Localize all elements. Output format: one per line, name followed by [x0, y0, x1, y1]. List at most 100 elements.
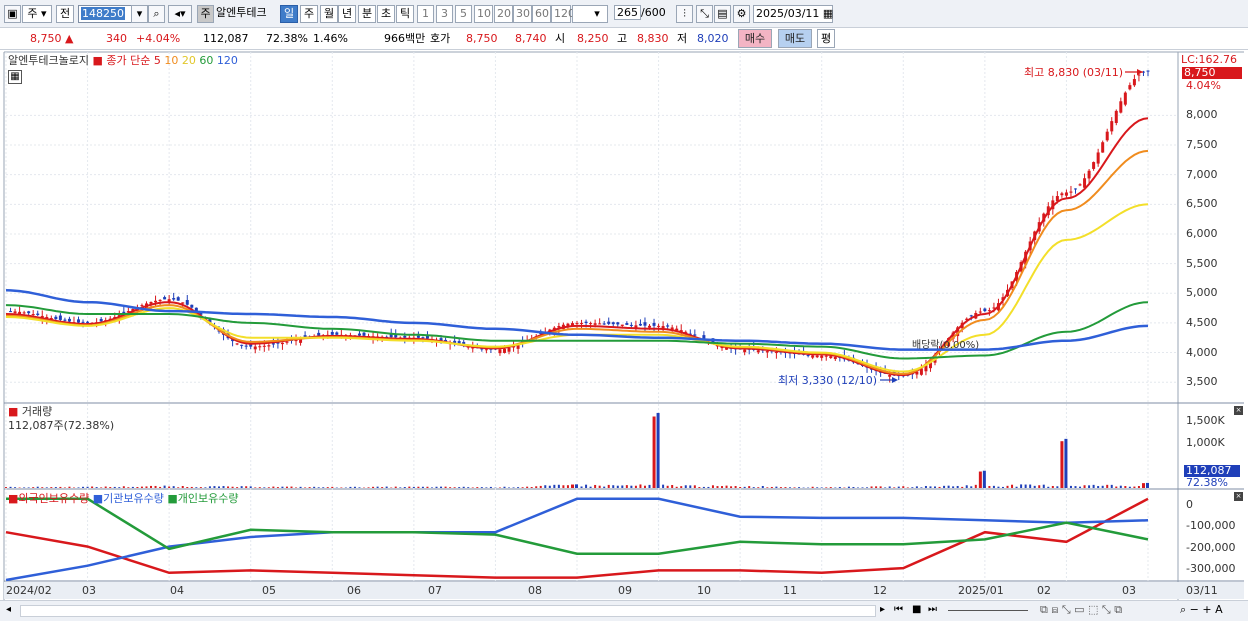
x-axis-label: 09 — [618, 584, 632, 597]
volume-spike-bar — [1060, 441, 1064, 488]
volume-close-icon[interactable]: × — [1234, 406, 1243, 415]
foreign-dot: ■ — [8, 492, 19, 505]
volume-bar — [453, 487, 456, 488]
candle-body — [756, 350, 760, 353]
volume-bar — [974, 484, 977, 488]
rewind-icon[interactable]: ⏮ — [894, 604, 903, 615]
candle-body — [1092, 162, 1096, 169]
volume-bar — [711, 485, 714, 488]
table-toggle-icon[interactable]: ▦ — [8, 70, 22, 84]
candle-body — [1114, 110, 1118, 124]
volume-bar — [168, 486, 171, 488]
holdings-close-icon[interactable]: × — [1234, 492, 1243, 501]
candle-body — [1146, 70, 1150, 72]
volume-bar — [299, 486, 302, 488]
candle-body — [888, 374, 892, 377]
chart-canvas[interactable] — [0, 0, 1248, 621]
volume-bar — [59, 486, 62, 488]
volume-bar — [1029, 484, 1032, 488]
volume-bar — [585, 484, 588, 488]
candle-body — [648, 325, 652, 328]
volume-bar — [349, 486, 352, 488]
volume-current: 112,087주(72.38%) — [8, 419, 115, 432]
volume-bar — [403, 487, 406, 488]
volume-bar — [503, 486, 506, 488]
candle-body — [258, 346, 262, 348]
candle-body — [163, 297, 167, 300]
volume-bar — [643, 485, 646, 488]
volume-bar — [150, 485, 153, 488]
ma20-legend: 20 — [181, 54, 196, 67]
candle-body — [27, 311, 31, 314]
institution-dot: ■ — [92, 492, 104, 505]
candle-body — [185, 300, 189, 305]
x-axis-label: 07 — [428, 584, 442, 597]
volume-bar — [816, 487, 819, 488]
zoom-slider[interactable] — [948, 610, 1028, 611]
volume-spike-bar — [575, 484, 578, 488]
ma-legend-label: 종가 단순 — [106, 54, 151, 67]
x-axis-label: 03/11 — [1186, 584, 1218, 597]
volume-spike-bar — [652, 416, 656, 488]
volume-bar — [852, 487, 855, 488]
candle-body — [616, 322, 620, 325]
volume-bar — [1047, 486, 1050, 488]
volume-bar — [177, 487, 180, 488]
candle-body — [81, 321, 85, 323]
scroll-track[interactable] — [20, 605, 876, 617]
candle-body — [54, 316, 58, 320]
forward-icon[interactable]: ⏭ — [928, 604, 937, 615]
price-y-tick: 8,000 — [1186, 108, 1218, 122]
volume-bar — [104, 486, 107, 488]
scroll-left-icon[interactable]: ◂ — [6, 604, 11, 615]
low-annotation: 최저 3,330 (12/10) — [778, 374, 878, 387]
volume-bar — [381, 487, 384, 488]
volume-bar — [308, 487, 311, 488]
tools-icons[interactable]: ⧉ ⧈ ⤡ ▭ ⬚ ⤡ ⧉ — [1040, 603, 1122, 617]
candle-body — [330, 331, 334, 335]
price-y-tick: 6,500 — [1186, 197, 1218, 211]
volume-bar — [739, 486, 742, 488]
scroll-right-icon[interactable]: ▸ — [880, 604, 885, 615]
candle-body — [22, 312, 26, 314]
candle-body — [629, 324, 633, 326]
volume-bar — [748, 486, 751, 488]
volume-spike-bar — [1064, 438, 1068, 488]
volume-bar — [95, 487, 98, 488]
candle-body — [172, 298, 176, 300]
volume-bar — [784, 487, 787, 488]
volume-spike-bar — [978, 471, 982, 488]
ma120-legend: 120 — [216, 54, 238, 67]
volume-bar — [915, 486, 918, 488]
candle-body — [1096, 152, 1100, 164]
volume-bar — [1079, 486, 1082, 488]
candle-body — [638, 323, 642, 326]
zoom-icons[interactable]: ⌕ − + A — [1180, 603, 1223, 617]
volume-bar — [412, 486, 415, 488]
candle-body — [181, 302, 185, 304]
candle-body — [806, 355, 810, 357]
candle-body — [765, 351, 769, 353]
volume-bar — [1128, 486, 1131, 488]
volume-bar — [236, 487, 239, 488]
candle-body — [584, 321, 588, 324]
vol-tick-1000k: 1,000K — [1186, 436, 1225, 449]
volume-bar — [770, 486, 773, 488]
volume-bar — [489, 486, 492, 488]
candle-body — [1083, 178, 1087, 188]
volume-bar — [317, 487, 320, 488]
price-y-tick: 7,000 — [1186, 167, 1218, 181]
stop-icon[interactable]: ■ — [912, 604, 921, 615]
volume-bar — [45, 487, 48, 488]
volume-bar — [272, 486, 275, 488]
x-axis-label: 02 — [1037, 584, 1051, 597]
volume-bar — [616, 485, 619, 488]
candle-body — [620, 324, 624, 326]
volume-bar — [467, 487, 470, 488]
volume-bar — [716, 486, 719, 488]
volume-bar — [621, 485, 624, 488]
volume-bar — [539, 485, 542, 488]
volume-title: 거래량 — [21, 405, 53, 418]
candle-body — [1087, 170, 1091, 179]
volume-bar — [702, 486, 705, 488]
